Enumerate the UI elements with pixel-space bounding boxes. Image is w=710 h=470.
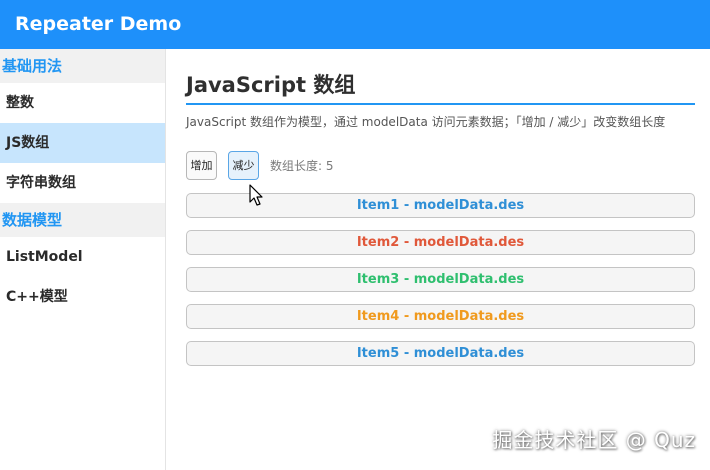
list-item-label: Item3 - modelData.des — [356, 272, 525, 287]
list-item-label: Item5 - modelData.des — [356, 346, 525, 361]
array-length-label: 数组长度: 5 — [270, 158, 334, 173]
sidebar: 基础用法 整数 JS数组 字符串数组 数据模型 ListModel C++模型 — [0, 49, 166, 470]
app-title-bar: Repeater Demo — [0, 0, 710, 49]
list-item[interactable]: Item3 - modelData.des — [186, 267, 695, 292]
list-item-label: Item2 - modelData.des — [356, 235, 525, 250]
list-item-label: Item4 - modelData.des — [356, 309, 525, 324]
sidebar-group-data-model: 数据模型 — [0, 203, 165, 237]
page-description: JavaScript 数组作为模型，通过 modelData 访问元素数据；「增… — [186, 115, 666, 129]
sidebar-group-basic: 基础用法 — [0, 49, 165, 83]
mouse-pointer-icon — [249, 184, 263, 206]
add-button[interactable]: 增加 — [186, 150, 217, 180]
list-item[interactable]: Item2 - modelData.des — [186, 230, 695, 255]
sidebar-item-js-array[interactable]: JS数组 — [0, 123, 165, 163]
list-item[interactable]: Item4 - modelData.des — [186, 304, 695, 329]
sidebar-item-string-array[interactable]: 字符串数组 — [0, 163, 165, 203]
array-controls: 增加 减少 数组长度: 5 — [186, 150, 695, 180]
watermark: 掘金技术社区 @ Quz — [492, 428, 696, 452]
sidebar-item-cpp-model[interactable]: C++模型 — [0, 277, 165, 317]
main-panel: JavaScript 数组 JavaScript 数组作为模型，通过 model… — [186, 49, 695, 470]
sidebar-item-integer[interactable]: 整数 — [0, 83, 165, 123]
sidebar-item-listmodel[interactable]: ListModel — [0, 237, 165, 277]
page-title: JavaScript 数组 — [186, 73, 356, 97]
list-item[interactable]: Item5 - modelData.des — [186, 341, 695, 366]
list-item-label: Item1 - modelData.des — [356, 198, 525, 213]
repeater-list: Item1 - modelData.des Item2 - modelData.… — [186, 193, 695, 366]
app-title: Repeater Demo — [15, 13, 182, 35]
title-divider — [186, 103, 695, 105]
remove-button[interactable]: 减少 — [228, 150, 259, 180]
